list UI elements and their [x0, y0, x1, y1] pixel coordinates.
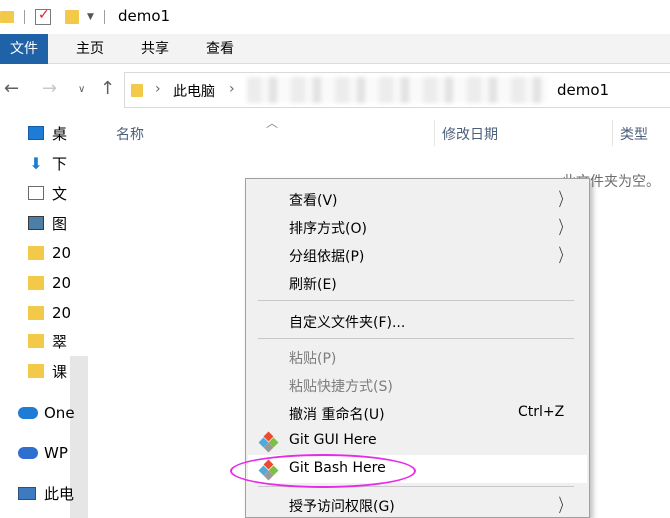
nav-item-pictures[interactable]: 图: [28, 212, 67, 234]
chevron-right-icon: 〉: [558, 496, 570, 517]
breadcrumb-this-pc[interactable]: 此电脑: [173, 81, 215, 101]
folder-icon: [131, 84, 143, 97]
nav-item-label: One: [44, 404, 75, 422]
download-icon: ⬇: [29, 153, 43, 173]
menu-item-paste: 粘贴(P): [289, 351, 337, 367]
up-arrow-icon[interactable]: ↑: [100, 78, 115, 99]
annotation-ellipse: [230, 454, 416, 488]
chevron-down-icon[interactable]: ▼: [87, 12, 94, 22]
nav-item-label: WP: [44, 444, 68, 462]
chevron-right-icon: 〉: [558, 218, 570, 239]
chevron-right-icon: 〉: [558, 190, 570, 211]
nav-item-onedrive[interactable]: One: [18, 402, 75, 424]
navigation-row: ← → ∨ ↑ › 此电脑 › demo1: [0, 64, 670, 116]
desktop-icon: [28, 126, 44, 140]
nav-item-label: 文: [52, 184, 68, 203]
ribbon-tabs: 文件 主页 共享 查看: [0, 34, 670, 64]
nav-item-label: 20: [52, 274, 72, 292]
nav-item-label: 桌: [52, 124, 68, 143]
menu-item-view[interactable]: 查看(V) 〉: [248, 185, 587, 213]
folder-icon: [28, 246, 44, 260]
column-name[interactable]: 名称: [116, 124, 144, 144]
back-arrow-icon[interactable]: ←: [4, 78, 19, 99]
properties-icon[interactable]: [35, 7, 51, 25]
nav-item-documents[interactable]: 文: [28, 182, 67, 204]
document-icon: [28, 186, 44, 200]
breadcrumb-current[interactable]: demo1: [557, 81, 609, 99]
nav-item-label: 20: [52, 244, 72, 262]
folder-icon: [0, 11, 14, 23]
nav-item-label: 翠: [52, 332, 68, 351]
folder-icon: [28, 334, 44, 348]
nav-item-folder[interactable]: 课: [28, 360, 67, 382]
shortcut-label: Ctrl+Z: [518, 404, 565, 420]
nav-item-label: 图: [52, 214, 68, 233]
quick-access-toolbar: ▼: [0, 6, 115, 28]
menu-item-paste-shortcut: 粘贴快捷方式(S): [289, 379, 393, 395]
sort-up-icon: ︿: [266, 116, 279, 130]
folder-icon: [28, 306, 44, 320]
column-type[interactable]: 类型: [620, 124, 648, 144]
git-icon: [258, 431, 279, 453]
menu-item-sort-by[interactable]: 排序方式(O) 〉: [248, 213, 587, 241]
nav-item-this-pc[interactable]: 此电: [18, 482, 74, 504]
column-headers: ︿ 名称 修改日期 类型: [88, 116, 670, 150]
separator: [103, 10, 105, 24]
nav-item-desktop[interactable]: 桌: [28, 122, 67, 144]
title-bar: ▼ demo1: [0, 0, 670, 34]
blurred-path: [247, 77, 547, 103]
wps-cloud-icon: [18, 447, 38, 459]
nav-item-downloads[interactable]: ⬇ 下: [28, 152, 67, 174]
tab-home[interactable]: 主页: [76, 34, 104, 64]
column-divider[interactable]: [612, 120, 613, 146]
menu-item-undo-rename[interactable]: 撤消 重命名(U) Ctrl+Z: [248, 399, 587, 427]
chevron-right-icon[interactable]: ›: [155, 81, 161, 97]
menu-item-customize-folder[interactable]: 自定义文件夹(F)...: [248, 307, 587, 335]
this-pc-icon: [18, 486, 36, 500]
picture-icon: [28, 216, 44, 230]
column-date[interactable]: 修改日期: [442, 124, 498, 144]
nav-item-folder[interactable]: 20: [28, 302, 71, 324]
menu-item-give-access[interactable]: 授予访问权限(G) 〉: [248, 491, 587, 518]
separator: [24, 10, 25, 24]
folder-icon: [28, 276, 44, 290]
nav-item-folder[interactable]: 20: [28, 242, 71, 264]
chevron-right-icon[interactable]: ›: [229, 81, 235, 97]
new-folder-icon[interactable]: [65, 10, 79, 24]
menu-item-refresh[interactable]: 刷新(E): [248, 269, 587, 297]
menu-separator: [258, 300, 574, 301]
nav-item-folder[interactable]: 20: [28, 272, 71, 294]
navigation-pane: 桌 ⬇ 下 文 图 20 20 20 翠 课 One WP 此电: [0, 116, 88, 518]
onedrive-icon: [18, 407, 38, 419]
chevron-right-icon: 〉: [558, 246, 570, 267]
nav-item-label: 下: [52, 154, 68, 173]
forward-arrow-icon[interactable]: →: [42, 78, 57, 99]
column-divider[interactable]: [434, 120, 435, 146]
tab-file[interactable]: 文件: [0, 34, 48, 64]
menu-item-group-by[interactable]: 分组依据(P) 〉: [248, 241, 587, 269]
menu-item-git-gui-here[interactable]: Git GUI Here: [248, 427, 587, 455]
nav-item-wps[interactable]: WP: [18, 442, 68, 464]
window-title: demo1: [118, 7, 171, 25]
tab-view[interactable]: 查看: [206, 34, 234, 64]
nav-item-label: 课: [52, 362, 68, 381]
nav-item-folder[interactable]: 翠: [28, 330, 67, 352]
folder-icon: [28, 364, 44, 378]
recent-locations-icon[interactable]: ∨: [78, 84, 85, 95]
menu-separator: [258, 338, 574, 339]
nav-item-label: 此电: [44, 484, 75, 503]
tab-share[interactable]: 共享: [141, 34, 169, 64]
address-bar[interactable]: › 此电脑 › demo1: [124, 72, 670, 108]
nav-item-label: 20: [52, 304, 72, 322]
